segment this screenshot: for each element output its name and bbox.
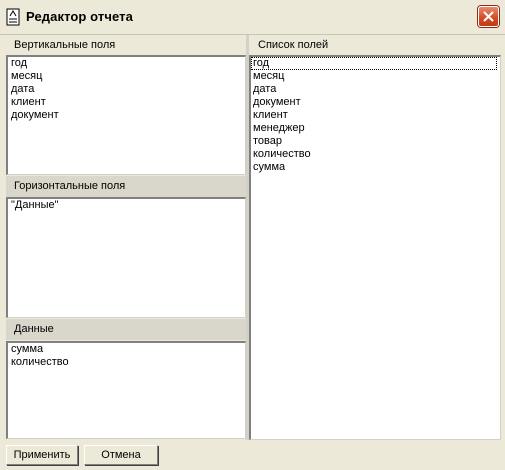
vertical-field-item[interactable]: дата <box>8 83 245 96</box>
report-editor-window: Редактор отчета Вертикальные поля год мес… <box>0 0 505 470</box>
horizontal-field-item[interactable]: "Данные" <box>8 199 245 212</box>
close-button[interactable] <box>478 6 499 27</box>
data-field-item[interactable]: количество <box>8 356 245 369</box>
data-field-item[interactable]: сумма <box>8 343 245 356</box>
close-x-icon <box>483 11 494 22</box>
window-title: Редактор отчета <box>26 9 133 24</box>
field-list-item[interactable]: клиент <box>251 109 500 122</box>
vertical-fields-list[interactable]: год месяц дата клиент документ <box>6 55 246 175</box>
vertical-fields-header: Вертикальные поля <box>6 35 246 56</box>
horizontal-fields-header: Горизонтальные поля <box>6 176 246 197</box>
cancel-button[interactable]: Отмена <box>84 445 158 465</box>
field-list-item[interactable]: количество <box>251 148 500 161</box>
report-editor-icon <box>6 8 20 26</box>
field-list-item[interactable]: сумма <box>251 161 500 174</box>
field-list-item[interactable]: менеджер <box>251 122 500 135</box>
vertical-field-item[interactable]: год <box>8 57 245 70</box>
field-list[interactable]: год месяц дата документ клиент менеджер товар к… <box>249 55 501 440</box>
field-list-header: Список полей <box>250 35 500 56</box>
horizontal-fields-list[interactable]: "Данные" <box>6 197 246 318</box>
field-list-item[interactable]: товар <box>251 135 500 148</box>
title-bar[interactable]: Редактор отчета <box>0 0 505 35</box>
field-list-item[interactable]: год <box>251 57 497 70</box>
apply-button[interactable]: Применить <box>6 445 78 465</box>
field-list-item[interactable]: документ <box>251 96 500 109</box>
field-list-item[interactable]: дата <box>251 83 500 96</box>
vertical-field-item[interactable]: документ <box>8 109 245 122</box>
data-fields-header: Данные <box>6 319 246 340</box>
vertical-field-item[interactable]: месяц <box>8 70 245 83</box>
vertical-field-item[interactable]: клиент <box>8 96 245 109</box>
field-list-item[interactable]: месяц <box>251 70 500 83</box>
data-fields-list[interactable]: сумма количество <box>6 341 246 439</box>
